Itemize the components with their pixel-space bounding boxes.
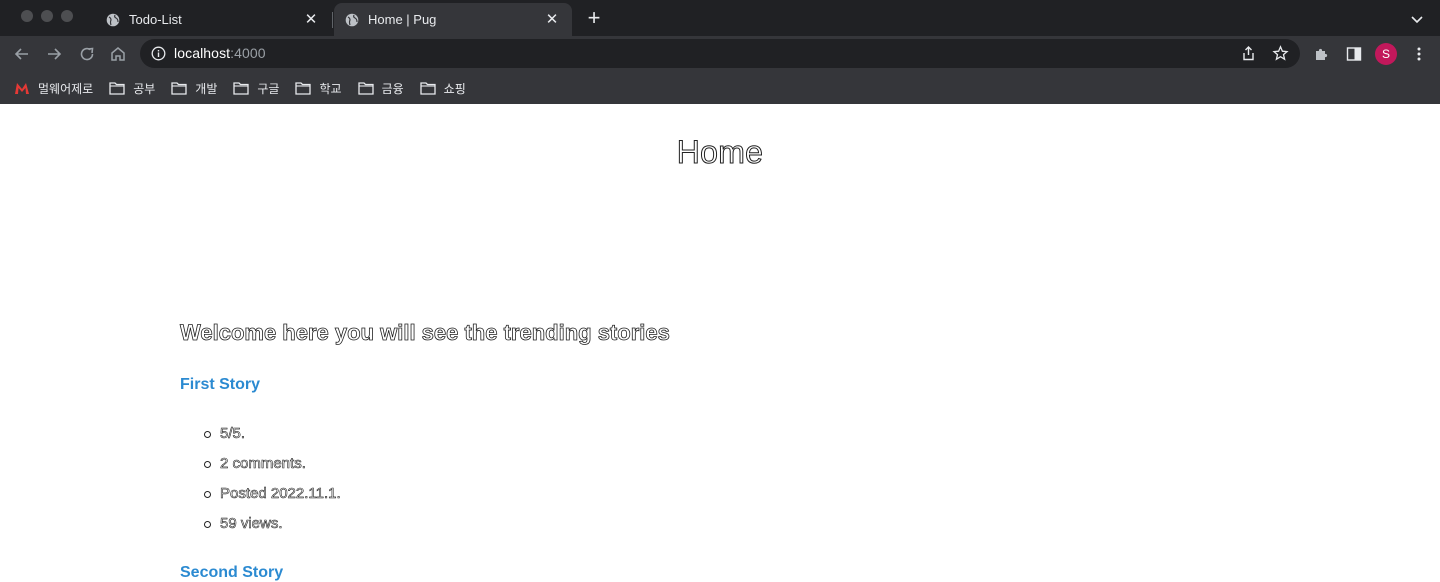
- story-link-first[interactable]: First Story: [180, 376, 260, 394]
- globe-icon: [106, 13, 120, 27]
- address-bar[interactable]: localhost:4000: [140, 39, 1300, 68]
- bookmark-star-icon[interactable]: [1272, 45, 1289, 62]
- tab-divider: [332, 12, 333, 28]
- window-zoom-button[interactable]: [61, 10, 73, 22]
- tab-home-pug[interactable]: Home | Pug ✕: [334, 3, 572, 36]
- bookmark-folder-dev[interactable]: 개발: [171, 76, 217, 100]
- tab-search-chevron-icon[interactable]: [1408, 10, 1426, 28]
- bookmark-label: 쇼핑: [443, 81, 466, 96]
- bookmark-label: 공부: [133, 81, 156, 96]
- story-link-second[interactable]: Second Story: [180, 564, 283, 582]
- folder-icon: [420, 81, 436, 95]
- bookmark-malwarezero[interactable]: 멀웨어제로: [14, 76, 93, 100]
- story-meta-list: 5/5. 2 comments. Posted 2022.11.1. 59 vi…: [204, 422, 341, 542]
- bookmark-folder-google[interactable]: 구글: [233, 76, 279, 100]
- tab-todo-list[interactable]: Todo-List ✕: [95, 3, 331, 36]
- bookmark-label: 멀웨어제로: [38, 81, 94, 96]
- bookmark-folder-finance[interactable]: 금융: [357, 76, 404, 100]
- home-icon[interactable]: [108, 44, 128, 64]
- site-info-icon[interactable]: [151, 46, 166, 61]
- url-host: localhost: [174, 45, 231, 61]
- malwarezero-logo-icon: [14, 81, 30, 95]
- folder-icon: [295, 81, 312, 95]
- bookmark-label: 개발: [195, 81, 218, 96]
- profile-avatar[interactable]: S: [1375, 43, 1397, 65]
- story-rating: 5/5.: [204, 422, 341, 452]
- globe-icon: [345, 13, 359, 27]
- reload-icon[interactable]: [77, 44, 97, 64]
- side-panel-icon[interactable]: [1345, 45, 1363, 63]
- back-arrow-icon[interactable]: [12, 44, 32, 64]
- story-comments: 2 comments.: [204, 452, 341, 482]
- bookmark-label: 학교: [319, 81, 342, 96]
- folder-icon: [171, 81, 187, 95]
- story-posted-date: Posted 2022.11.1.: [204, 482, 341, 512]
- url-text: localhost:4000: [174, 45, 266, 61]
- page-title: Home: [676, 134, 764, 171]
- browser-chrome: Todo-List ✕ Home | Pug ✕ + localhost:400…: [0, 0, 1440, 104]
- bookmark-folder-study[interactable]: 공부: [109, 76, 155, 100]
- tab-title: Todo-List: [129, 12, 182, 27]
- bookmark-label: 구글: [257, 81, 280, 96]
- welcome-heading: Welcome here you will see the trending s…: [180, 320, 671, 346]
- story-views: 59 views.: [204, 512, 341, 542]
- browser-toolbar: localhost:4000: [0, 36, 1440, 72]
- forward-arrow-icon[interactable]: [44, 44, 64, 64]
- bookmark-folder-school[interactable]: 학교: [295, 76, 342, 100]
- bookmark-folder-shopping[interactable]: 쇼핑: [420, 76, 466, 100]
- folder-icon: [109, 81, 125, 95]
- bookmark-label: 금융: [381, 81, 404, 96]
- kebab-menu-icon[interactable]: [1410, 45, 1428, 63]
- folder-icon: [357, 81, 374, 95]
- new-tab-button[interactable]: +: [584, 7, 604, 29]
- window-minimize-button[interactable]: [41, 10, 53, 22]
- close-tab-icon[interactable]: ✕: [544, 11, 560, 28]
- page-content: Home Welcome here you will see the trend…: [0, 104, 1440, 582]
- folder-icon: [233, 81, 250, 95]
- close-tab-icon[interactable]: ✕: [303, 11, 319, 28]
- title-bar: Todo-List ✕ Home | Pug ✕ +: [0, 0, 1440, 36]
- extensions-puzzle-icon[interactable]: [1313, 45, 1331, 63]
- share-icon[interactable]: [1240, 45, 1257, 62]
- window-close-button[interactable]: [21, 10, 33, 22]
- tab-title: Home | Pug: [368, 12, 437, 27]
- bookmarks-bar: 멀웨어제로 공부 개발 구글 학교 금융 쇼핑: [0, 72, 1440, 104]
- url-port: :4000: [230, 45, 266, 61]
